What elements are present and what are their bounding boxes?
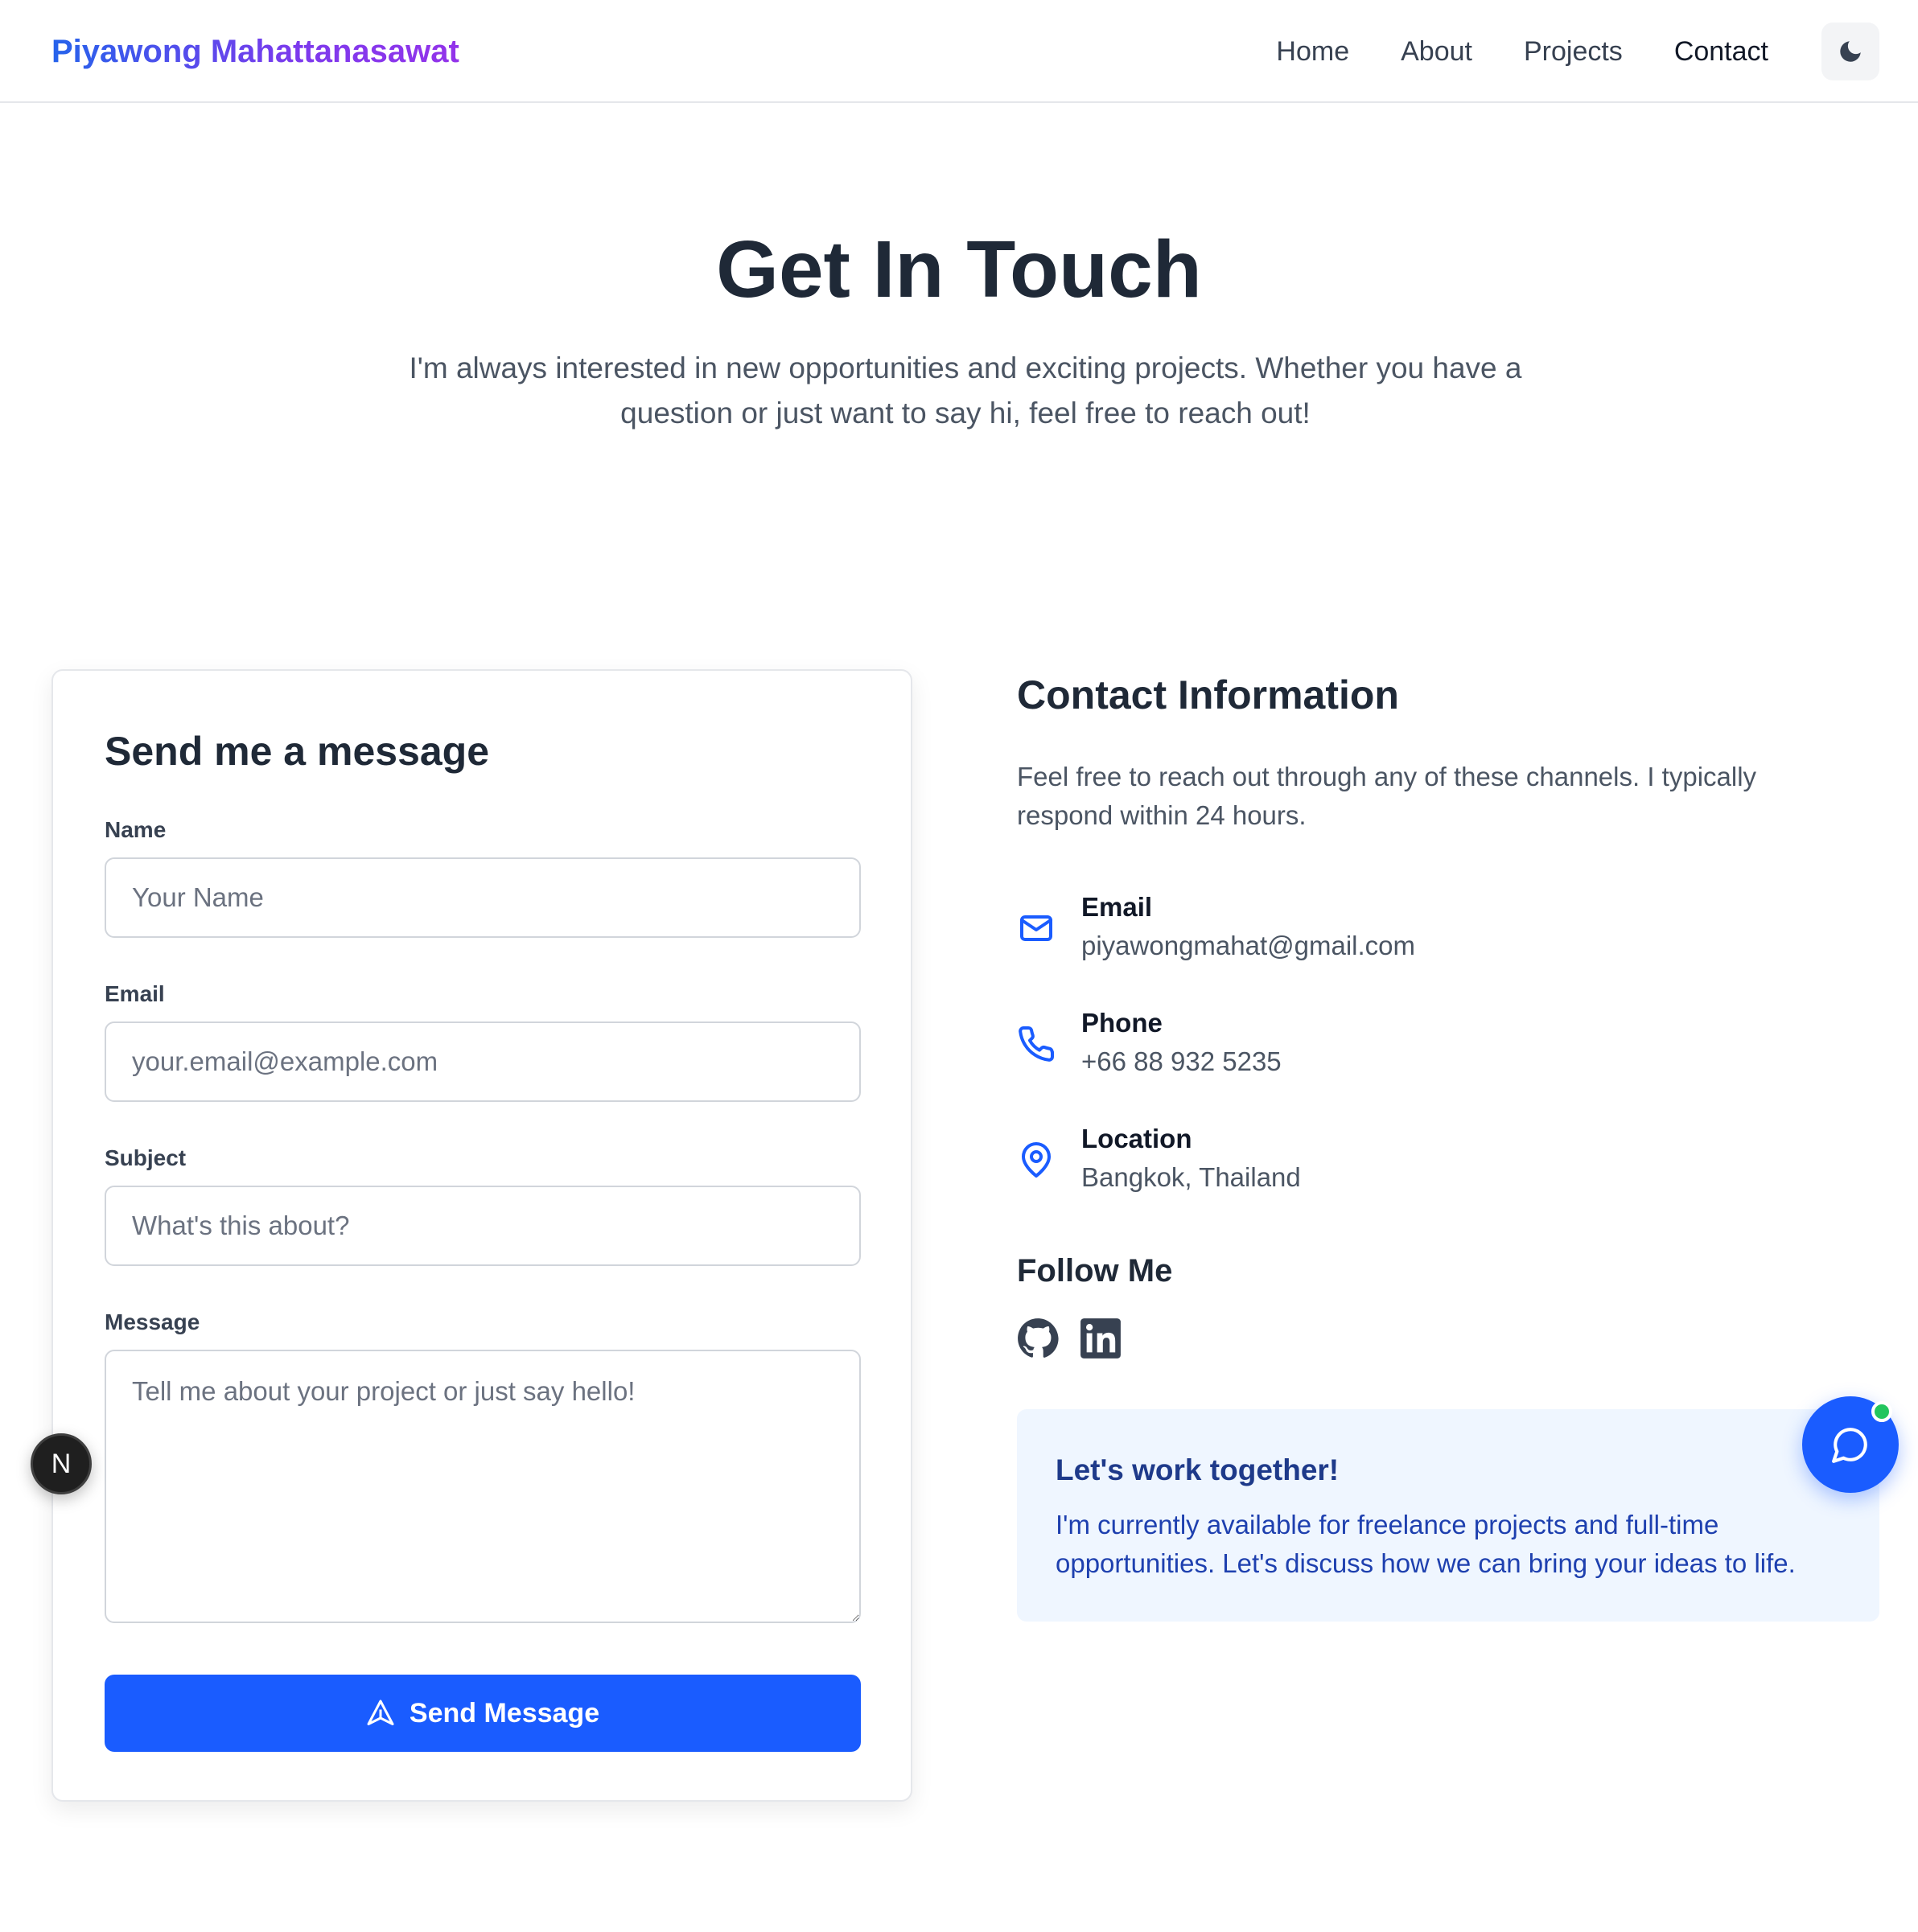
email-value[interactable]: piyawongmahat@gmail.com — [1081, 927, 1415, 965]
contact-item-email: Email piyawongmahat@gmail.com — [1017, 888, 1821, 968]
moon-icon — [1840, 41, 1861, 62]
message-label: Message — [105, 1309, 200, 1334]
send-message-button[interactable]: Send Message — [105, 1675, 861, 1752]
callout-text: I'm currently available for freelance pr… — [1056, 1510, 1796, 1578]
github-icon — [1018, 1318, 1059, 1358]
email-input[interactable] — [105, 1021, 861, 1102]
map-pin-icon — [1022, 1142, 1051, 1178]
contact-info-title: Contact Information — [1017, 672, 1399, 717]
contact-item-phone: Phone +66 88 932 5235 — [1017, 1004, 1821, 1084]
online-status-dot — [1871, 1401, 1892, 1422]
send-icon — [367, 1700, 394, 1725]
phone-icon — [1019, 1026, 1055, 1062]
contact-item-label: Location — [1081, 1124, 1192, 1153]
chat-button[interactable] — [1802, 1396, 1899, 1493]
follow-title: Follow Me — [1017, 1253, 1173, 1289]
nav-about[interactable]: About — [1401, 29, 1472, 74]
theme-toggle-button[interactable] — [1821, 23, 1879, 80]
chat-bubble-icon — [1832, 1428, 1867, 1463]
callout-title: Let's work together! — [1056, 1453, 1340, 1486]
main-nav: Home About Projects Contact — [1276, 29, 1768, 74]
name-label: Name — [105, 817, 167, 842]
mail-icon — [1020, 915, 1052, 941]
nav-home[interactable]: Home — [1276, 29, 1349, 74]
nav-projects[interactable]: Projects — [1524, 29, 1623, 74]
nextjs-dev-badge[interactable]: N — [31, 1433, 92, 1494]
subject-input[interactable] — [105, 1186, 861, 1266]
contact-info-description: Feel free to reach out through any of th… — [1017, 762, 1757, 830]
send-message-label: Send Message — [409, 1697, 600, 1729]
page-subtitle: I'm always interested in new opportuniti… — [409, 351, 1522, 430]
contact-form-card: Send me a message Name Email Subject Mes… — [51, 669, 912, 1802]
location-value: Bangkok, Thailand — [1081, 1162, 1301, 1192]
brand-logo[interactable]: Piyawong Mahattanasawat — [51, 29, 459, 74]
name-input[interactable] — [105, 857, 861, 938]
nav-contact[interactable]: Contact — [1674, 29, 1768, 74]
contact-item-label: Phone — [1081, 1008, 1163, 1038]
page-title: Get In Touch — [716, 224, 1202, 314]
site-header: Piyawong Mahattanasawat Home About Proje… — [0, 0, 1918, 103]
work-together-callout: Let's work together! I'm currently avail… — [1017, 1409, 1879, 1622]
message-textarea[interactable] — [105, 1350, 861, 1623]
linkedin-icon — [1080, 1318, 1121, 1359]
linkedin-link[interactable] — [1080, 1317, 1122, 1359]
contact-item-label: Email — [1081, 892, 1153, 922]
phone-value[interactable]: +66 88 932 5235 — [1081, 1042, 1282, 1081]
email-label: Email — [105, 981, 165, 1006]
contact-item-location: Location Bangkok, Thailand — [1017, 1120, 1821, 1200]
subject-label: Subject — [105, 1145, 187, 1170]
github-link[interactable] — [1017, 1317, 1059, 1359]
form-title: Send me a message — [105, 729, 490, 774]
